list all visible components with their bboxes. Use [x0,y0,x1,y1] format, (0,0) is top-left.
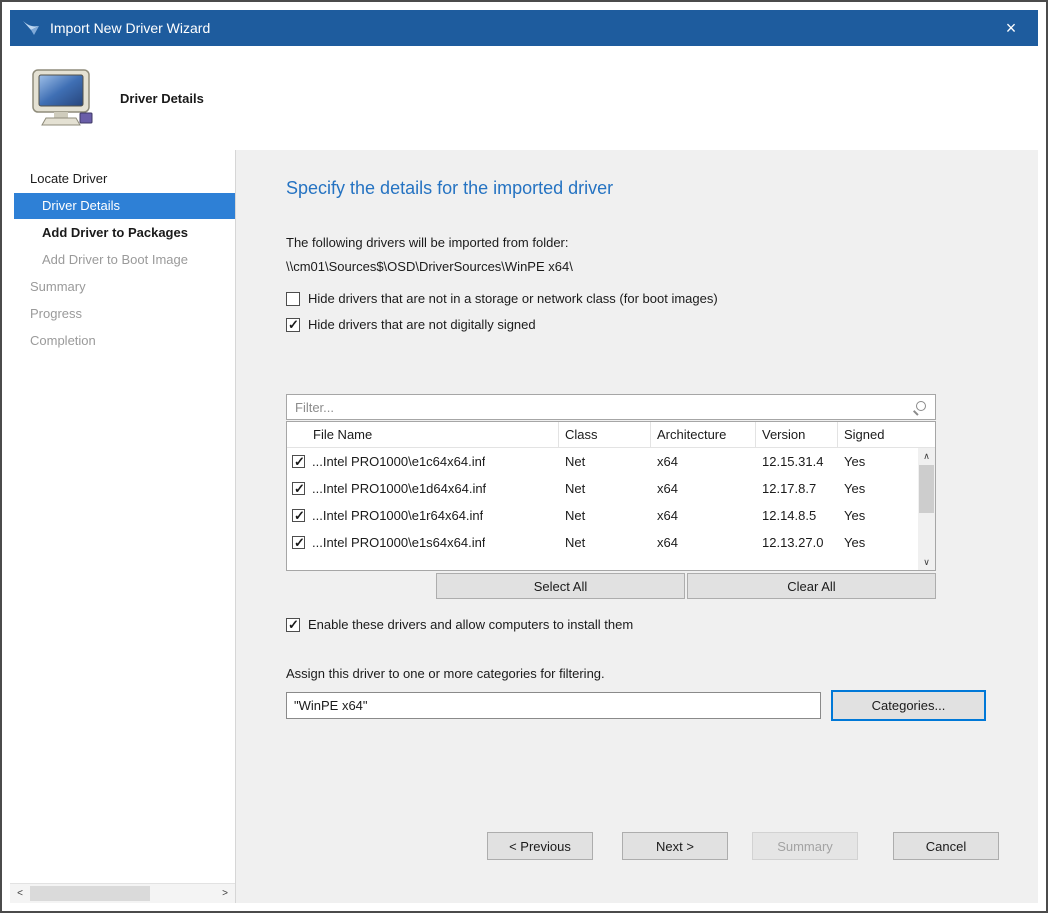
table-row[interactable]: ...Intel PRO1000\e1s64x64.inf Net x64 12… [287,529,935,556]
header-page-title: Driver Details [120,91,204,106]
wizard-icon [22,20,40,36]
previous-button[interactable]: < Previous [487,832,593,860]
table-header: File Name Class Architecture Version Sig… [287,422,935,448]
scroll-up-icon[interactable]: ∧ [918,448,935,464]
wizard-content: Specify the details for the imported dri… [236,150,1038,903]
wizard-header: Driver Details [10,46,1038,150]
cell-signed: Yes [838,508,898,523]
cell-architecture: x64 [651,454,756,469]
table-row[interactable]: ...Intel PRO1000\e1c64x64.inf Net x64 12… [287,448,935,475]
hide-storage-checkbox-label: Hide drivers that are not in a storage o… [308,291,718,306]
sidebar-item-locate-driver[interactable]: Locate Driver [14,166,235,192]
window-title: Import New Driver Wizard [50,20,210,36]
hide-unsigned-checkbox-label: Hide drivers that are not digitally sign… [308,317,536,332]
clear-all-button[interactable]: Clear All [687,573,936,599]
cell-file-name: ...Intel PRO1000\e1s64x64.inf [312,535,485,550]
filter-input[interactable] [295,400,913,415]
column-header-class[interactable]: Class [559,422,651,447]
search-icon [913,400,927,414]
categories-button[interactable]: Categories... [831,690,986,721]
cell-version: 12.17.8.7 [756,481,838,496]
scroll-left-icon[interactable]: < [10,884,30,903]
row-checkbox[interactable] [292,509,305,522]
close-button[interactable]: × [996,13,1026,43]
cell-class: Net [559,481,651,496]
sidebar-item-summary: Summary [14,274,235,300]
cell-class: Net [559,454,651,469]
footer-buttons: < Previous Next > Summary Cancel [487,832,999,860]
import-folder-label: The following drivers will be imported f… [286,235,1038,250]
row-checkbox[interactable] [292,536,305,549]
import-folder-path: \\cm01\Sources$\OSD\DriverSources\WinPE … [286,259,1038,274]
hide-storage-checkbox[interactable] [286,292,300,306]
select-all-button[interactable]: Select All [436,573,685,599]
enable-drivers-checkbox-label: Enable these drivers and allow computers… [308,617,633,632]
summary-button: Summary [752,832,858,860]
sidebar-item-progress: Progress [14,301,235,327]
cell-signed: Yes [838,454,898,469]
sidebar-item-completion: Completion [14,328,235,354]
table-row[interactable]: ...Intel PRO1000\e1d64x64.inf Net x64 12… [287,475,935,502]
category-assign-label: Assign this driver to one or more catego… [286,666,1038,681]
next-button[interactable]: Next > [622,832,728,860]
wizard-sidebar: Locate Driver Driver Details Add Driver … [10,150,236,903]
category-row: Categories... [286,690,1038,721]
selection-buttons-row: Select All Clear All [286,573,936,599]
filter-box [286,394,936,420]
category-input[interactable] [286,692,821,719]
v-scrollbar-thumb[interactable] [919,465,934,513]
cell-file-name: ...Intel PRO1000\e1d64x64.inf [312,481,486,496]
cell-architecture: x64 [651,508,756,523]
column-header-version[interactable]: Version [756,422,838,447]
sidebar-horizontal-scrollbar[interactable]: < > [10,883,235,903]
cell-version: 12.13.27.0 [756,535,838,550]
h-scrollbar-thumb[interactable] [30,886,150,901]
enable-drivers-checkbox[interactable] [286,618,300,632]
computer-icon [30,69,96,127]
column-header-file-name[interactable]: File Name [287,422,559,447]
row-checkbox[interactable] [292,482,305,495]
hide-unsigned-checkbox-row: Hide drivers that are not digitally sign… [286,317,1038,332]
cancel-button[interactable]: Cancel [893,832,999,860]
cell-file-name: ...Intel PRO1000\e1c64x64.inf [312,454,485,469]
h-scrollbar-track[interactable] [30,884,215,903]
sidebar-item-add-driver-to-boot-image: Add Driver to Boot Image [14,247,235,273]
column-header-signed[interactable]: Signed [838,422,892,447]
import-driver-wizard-window: Import New Driver Wizard × Driver Detail… [0,0,1048,913]
page-title: Specify the details for the imported dri… [286,178,1038,199]
cell-version: 12.15.31.4 [756,454,838,469]
column-header-architecture[interactable]: Architecture [651,422,756,447]
sidebar-item-driver-details[interactable]: Driver Details [14,193,235,219]
cell-version: 12.14.8.5 [756,508,838,523]
enable-drivers-checkbox-row: Enable these drivers and allow computers… [286,617,1038,632]
selection-spacer [286,573,436,599]
cell-class: Net [559,535,651,550]
cell-file-name: ...Intel PRO1000\e1r64x64.inf [312,508,483,523]
cell-architecture: x64 [651,481,756,496]
cell-signed: Yes [838,481,898,496]
titlebar[interactable]: Import New Driver Wizard × [10,10,1038,46]
cell-architecture: x64 [651,535,756,550]
scroll-right-icon[interactable]: > [215,884,235,903]
cell-class: Net [559,508,651,523]
table-vertical-scrollbar[interactable]: ∧ ∨ [918,448,935,570]
driver-table: File Name Class Architecture Version Sig… [286,421,936,571]
scroll-down-icon[interactable]: ∨ [918,554,935,570]
row-checkbox[interactable] [292,455,305,468]
table-row[interactable]: ...Intel PRO1000\e1r64x64.inf Net x64 12… [287,502,935,529]
cell-signed: Yes [838,535,898,550]
sidebar-item-add-driver-to-packages[interactable]: Add Driver to Packages [14,220,235,246]
hide-storage-checkbox-row: Hide drivers that are not in a storage o… [286,291,1038,306]
hide-unsigned-checkbox[interactable] [286,318,300,332]
